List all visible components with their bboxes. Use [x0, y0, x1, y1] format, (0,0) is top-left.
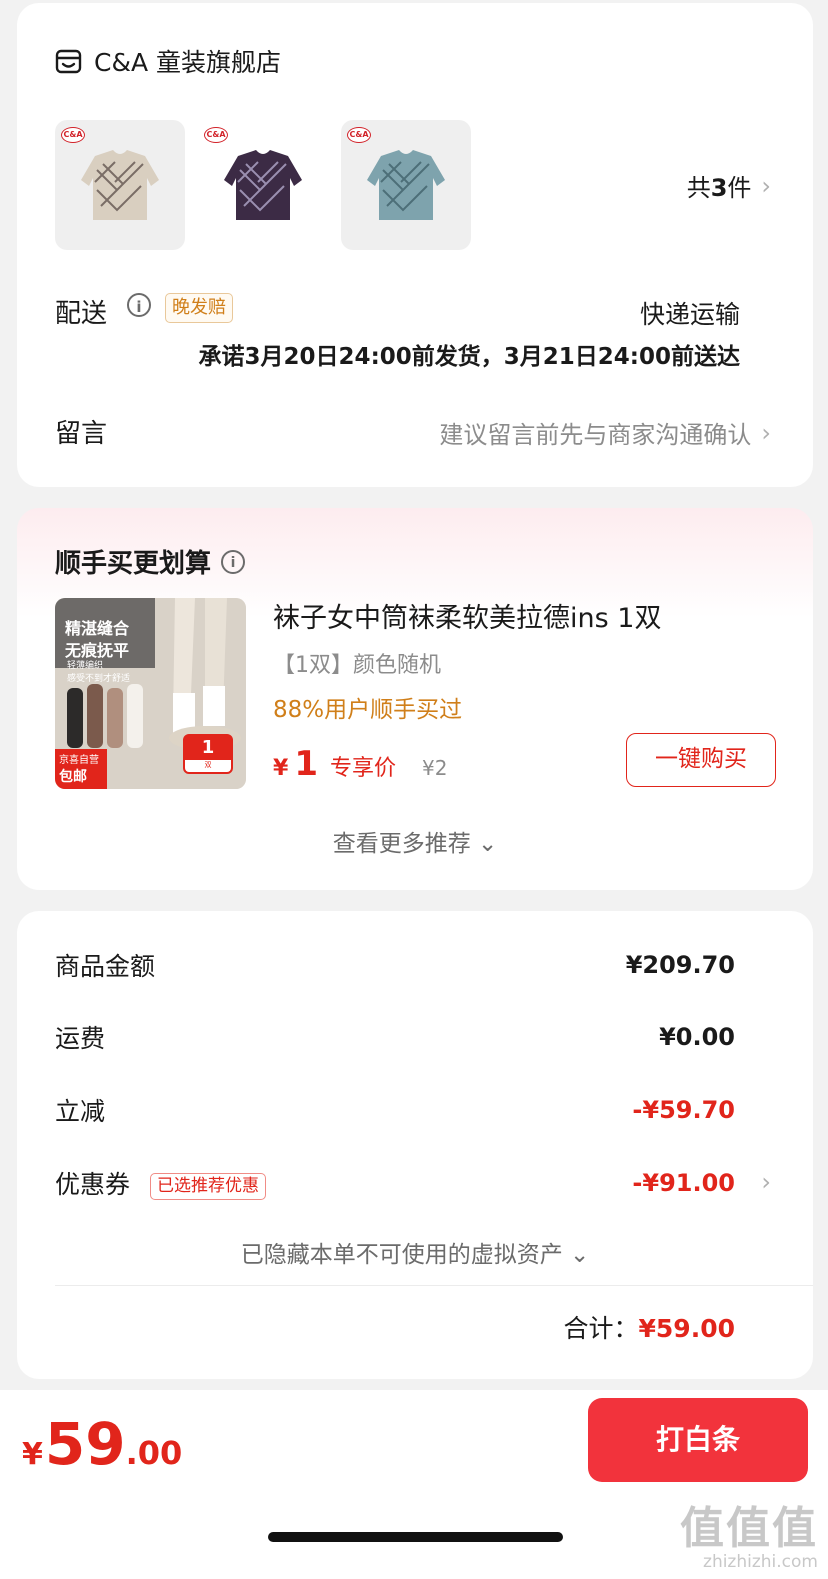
price-currency: ¥ — [273, 756, 289, 781]
total-value: ¥59.00 — [638, 1314, 735, 1343]
delivery-label: 配送 — [55, 299, 108, 329]
summary-label: 立减 — [55, 1097, 106, 1126]
info-icon[interactable]: i — [221, 549, 246, 574]
recommend-card: 顺手买更划算 i 精湛缝合 无痕抚平 轻薄编织 感受不到才舒适 京喜自营 包邮 … — [17, 508, 813, 890]
product-thumbnail[interactable]: C&A — [341, 120, 471, 250]
summary-value: ¥0.00 — [659, 1023, 735, 1051]
count-prefix: 共 — [686, 174, 711, 202]
chevron-right-icon[interactable]: › — [761, 1168, 771, 1196]
more-recommendations-link[interactable]: 查看更多推荐 ⌄ — [17, 824, 813, 858]
summary-label: 商品金额 — [55, 952, 156, 981]
recommend-product-name[interactable]: 袜子女中筒袜柔软美拉德ins 1双 — [273, 596, 661, 635]
message-label: 留言 — [55, 419, 108, 449]
summary-value: -¥59.70 — [632, 1096, 735, 1124]
chevron-right-icon: › — [761, 171, 771, 200]
image-tagline: 精湛缝合 无痕抚平 — [65, 619, 130, 660]
social-proof: 88%用户顺手买过 — [273, 697, 463, 723]
brand-logo: C&A — [347, 127, 371, 143]
recommend-product-spec: 【1双】颜色随机 — [273, 653, 441, 678]
original-price: ¥2 — [422, 756, 448, 780]
price-label: 专享价 — [329, 756, 396, 781]
count-suffix: 件 — [727, 174, 752, 202]
pay-amount-int: 59 — [44, 1410, 126, 1478]
price-summary-card: 商品金额 ¥209.70 运费 ¥0.00 立减 -¥59.70 优惠券 已选推… — [17, 911, 813, 1379]
quantity-pill: 1 双 — [183, 734, 233, 774]
brand-logo: C&A — [204, 127, 228, 143]
summary-row-coupon[interactable]: 优惠券 已选推荐优惠 -¥91.00 — [55, 1165, 735, 1201]
summary-row-shipping: 运费 ¥0.00 — [55, 1019, 735, 1055]
brand-logo: C&A — [61, 127, 85, 143]
jd-badge-line2: 包邮 — [59, 769, 87, 785]
summary-row-discount: 立减 -¥59.70 — [55, 1092, 735, 1128]
summary-value: -¥91.00 — [632, 1169, 735, 1197]
recommend-product-image[interactable]: 精湛缝合 无痕抚平 轻薄编织 感受不到才舒适 京喜自营 包邮 1 双 — [55, 598, 246, 789]
delivery-promise: 承诺3月20日24:00前发货，3月21日24:00前送达 — [198, 344, 740, 370]
recommend-title: 顺手买更划算 i — [55, 543, 246, 580]
message-placeholder: 建议留言前先与商家沟通确认 — [439, 421, 752, 449]
info-icon[interactable]: i — [127, 293, 151, 317]
message-input[interactable]: 建议留言前先与商家沟通确认 › — [439, 415, 771, 450]
image-subline: 轻薄编织 感受不到才舒适 — [67, 661, 131, 684]
item-count[interactable]: 共3件 › — [687, 168, 771, 203]
jd-badge: 京喜自营 包邮 — [55, 749, 107, 789]
store-header[interactable]: C&A 童装旗舰店 — [55, 43, 281, 79]
recommend-title-text: 顺手买更划算 — [55, 549, 212, 579]
total-label: 合计： — [563, 1314, 639, 1343]
watermark-logo: 值值值 — [680, 1503, 818, 1554]
pay-button[interactable]: 打白条 — [588, 1398, 808, 1482]
product-thumbnail[interactable]: C&A — [55, 120, 185, 250]
recommend-price: ¥ 1 专享价 ¥2 — [273, 744, 447, 784]
summary-label: 运费 — [55, 1024, 106, 1053]
summary-label: 优惠券 — [55, 1170, 131, 1199]
pay-amount: ¥ 59 .00 — [22, 1410, 182, 1478]
summary-row-goods: 商品金额 ¥209.70 — [55, 947, 735, 983]
store-name: C&A 童装旗舰店 — [94, 48, 281, 77]
product-thumbnail[interactable]: C&A — [198, 120, 328, 250]
checkout-bar: ¥ 59 .00 打白条 值值值 zhizhizhi.com — [0, 1390, 828, 1579]
coupon-badge: 已选推荐优惠 — [149, 1172, 266, 1200]
delivery-method[interactable]: 快递运输 — [640, 295, 740, 331]
watermark: 值值值 zhizhizhi.com — [680, 1503, 818, 1572]
hidden-assets-toggle[interactable]: 已隐藏本单不可使用的虚拟资产 ⌄ — [17, 1235, 813, 1269]
chevron-right-icon: › — [761, 418, 771, 447]
watermark-url: zhizhizhi.com — [703, 1552, 818, 1572]
order-total: 合计：¥59.00 — [564, 1309, 736, 1345]
price-value: 1 — [294, 744, 318, 784]
divider — [55, 1285, 813, 1286]
pill-unit: 双 — [204, 761, 212, 769]
store-card: C&A 童装旗舰店 C&A C&A C&A 共3件 › 配送 i 晚发赔 快递运… — [17, 3, 813, 487]
pay-currency: ¥ — [22, 1437, 43, 1472]
home-indicator[interactable] — [268, 1532, 563, 1542]
pill-number: 1 — [185, 736, 231, 760]
jd-badge-line1: 京喜自营 — [59, 755, 99, 766]
store-icon — [55, 49, 82, 73]
count-number: 3 — [710, 174, 728, 202]
one-click-buy-button[interactable]: 一键购买 — [626, 733, 776, 787]
late-compensation-badge: 晚发赔 — [165, 293, 233, 323]
pay-amount-dec: .00 — [125, 1434, 183, 1472]
summary-value: ¥209.70 — [625, 951, 735, 979]
